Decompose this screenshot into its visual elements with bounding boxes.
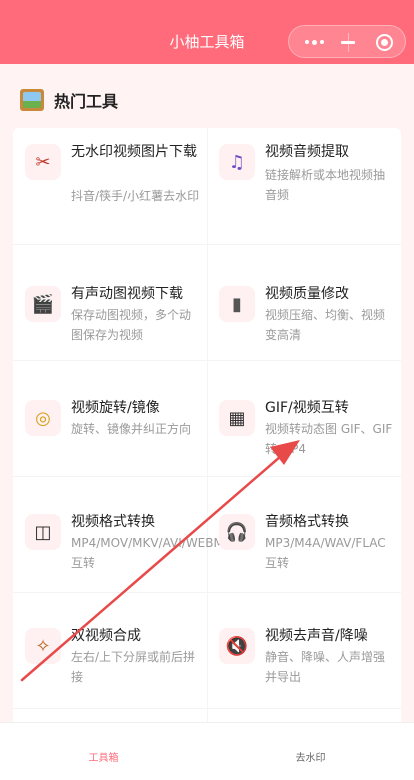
mini-program-capsule [288,25,406,58]
tool-name: 有声动图视频下载 [71,286,183,302]
film-strip-icon: ▦ [219,400,255,436]
tool-name: 视频格式转换 [71,514,155,530]
tool-video-rotate[interactable]: ◎ 视频旋转/镜像 旋转、镜像并纠正方向 [13,384,207,500]
title-bar: 小柚工具箱 [0,0,414,64]
tool-desc: 旋转、镜像并纠正方向 [71,422,192,436]
tool-desc: MP4/MOV/MKV/AVI/WEBM 互转 [71,536,224,570]
picture-frame-icon [20,89,44,111]
clapperboard-icon: 🎬 [25,286,61,322]
headphones-icon: 🎧 [219,514,255,550]
tab-toolbox[interactable]: 工具箱 [0,749,207,764]
section-header: 热门工具 [20,88,118,112]
tool-name: 视频旋转/镜像 [71,400,160,416]
more-dots-icon[interactable] [303,36,327,48]
tool-gif-video-download[interactable]: 🎬 有声动图视频下载 保存动图视频，多个动图保存为视频 [13,270,207,386]
tool-video-denoise[interactable]: 🔇 视频去声音/降噪 静音、降噪、人声增强并导出 [207,612,401,728]
tool-name: 音频格式转换 [265,514,349,530]
tool-video-format[interactable]: ◫ 视频格式转换 MP4/MOV/MKV/AVI/WEBM 互转 [13,498,224,614]
tool-audio-extract[interactable]: ♫ 视频音频提取 链接解析或本地视频抽音频 [207,128,401,244]
tool-desc: 视频转动态图 GIF、GIF 转 MP4 [265,422,393,456]
tool-desc: 静音、降噪、人声增强并导出 [265,650,386,684]
grid-divider [13,244,401,245]
film-roll-icon: ✧ [25,628,61,664]
compass-icon: ◎ [25,400,61,436]
tool-desc: 保存动图视频，多个动图保存为视频 [71,308,192,342]
tool-desc: 视频压缩、均衡、视频变高清 [265,308,386,342]
scissors-icon: ✂ [25,144,61,180]
target-circle-icon[interactable] [376,34,393,51]
tool-name: 视频音频提取 [265,144,349,160]
tool-desc: 抖音/筷手/小红薯去水印 [71,189,200,203]
tool-watermark-download[interactable]: ✂ 无水印视频图片下载 抖音/筷手/小红薯去水印 [13,128,207,244]
tool-grid: ✂ 无水印视频图片下载 抖音/筷手/小红薯去水印 ♫ 视频音频提取 链接解析或本… [13,128,401,728]
minimize-icon[interactable] [341,41,355,44]
bottom-tab-bar: 工具箱 去水印 [0,722,414,780]
tool-gif-video-convert[interactable]: ▦ GIF/视频互转 视频转动态图 GIF、GIF 转 MP4 [207,384,401,500]
tool-name: 无水印视频图片下载 [71,144,197,160]
tool-desc: 左右/上下分屏或前后拼接 [71,650,196,684]
tool-dual-video-merge[interactable]: ✧ 双视频合成 左右/上下分屏或前后拼接 [13,612,207,728]
tool-desc: 链接解析或本地视频抽音频 [265,168,386,202]
mute-speaker-icon: 🔇 [219,628,255,664]
tab-watermark-remove[interactable]: 去水印 [207,749,414,764]
fader-icon: ▮ [219,286,255,322]
section-title: 热门工具 [54,92,119,111]
tool-name: 视频去声音/降噪 [265,628,368,644]
tool-audio-format[interactable]: 🎧 音频格式转换 MP3/M4A/WAV/FLAC 互转 [207,498,401,614]
video-format-icon: ◫ [25,514,61,550]
tool-desc: MP3/M4A/WAV/FLAC 互转 [265,536,386,570]
tool-video-quality[interactable]: ▮ 视频质量修改 视频压缩、均衡、视频变高清 [207,270,401,386]
tool-name: GIF/视频互转 [265,400,349,416]
tool-name: 双视频合成 [71,628,141,644]
tool-name: 视频质量修改 [265,286,349,302]
music-note-icon: ♫ [219,144,255,180]
